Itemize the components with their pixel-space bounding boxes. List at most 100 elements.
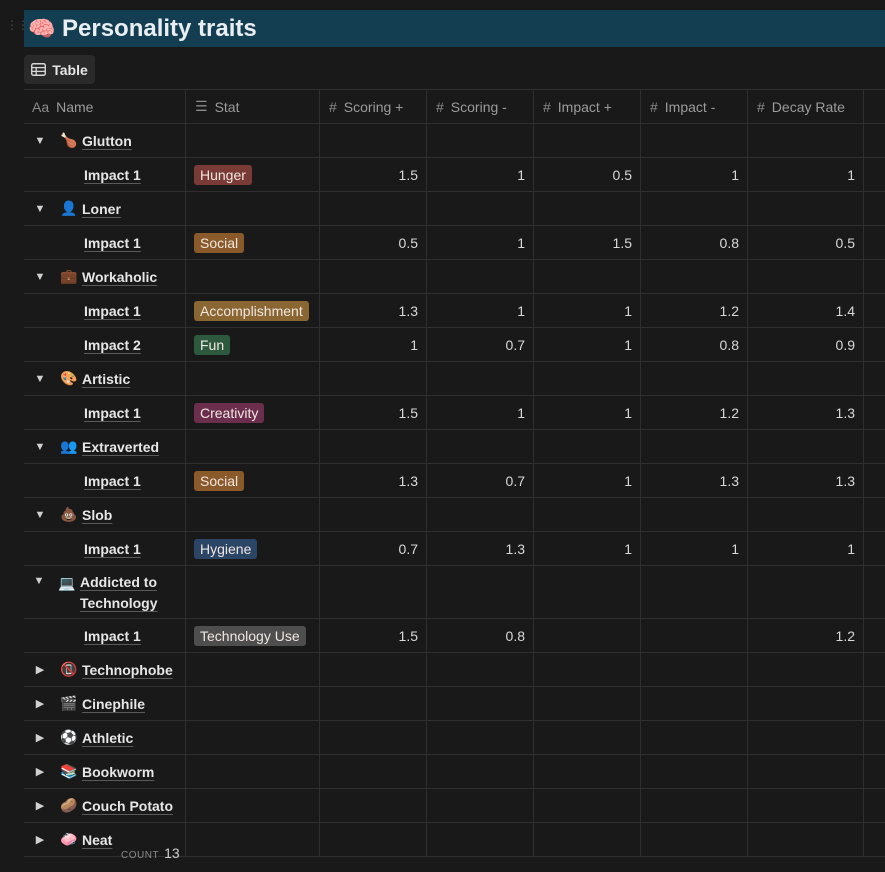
empty-cell[interactable]: [427, 430, 534, 463]
empty-cell[interactable]: [534, 498, 641, 531]
group-name[interactable]: Athletic: [82, 730, 133, 746]
empty-cell[interactable]: [534, 192, 641, 225]
empty-cell[interactable]: [748, 721, 864, 754]
impact-plus-cell[interactable]: 1: [534, 328, 641, 361]
empty-cell[interactable]: [427, 653, 534, 686]
empty-cell[interactable]: [641, 687, 748, 720]
empty-cell[interactable]: [864, 498, 885, 531]
stat-cell[interactable]: Hunger: [186, 158, 320, 191]
empty-cell[interactable]: [748, 823, 864, 856]
scoring-minus-cell[interactable]: 1: [427, 396, 534, 429]
empty-cell[interactable]: [864, 124, 885, 157]
empty-cell[interactable]: [427, 362, 534, 395]
stat-cell[interactable]: Fun: [186, 328, 320, 361]
empty-cell[interactable]: [320, 362, 427, 395]
empty-cell[interactable]: [641, 823, 748, 856]
empty-cell[interactable]: [186, 498, 320, 531]
impact-name[interactable]: Impact 2: [84, 337, 141, 353]
scoring-minus-cell[interactable]: 1: [427, 226, 534, 259]
column-header-scoring-plus[interactable]: # Scoring +: [320, 90, 427, 123]
group-name-cell[interactable]: ▼ 🎨 Artistic: [24, 362, 186, 395]
empty-cell[interactable]: [427, 823, 534, 856]
empty-cell[interactable]: [320, 823, 427, 856]
empty-cell[interactable]: [427, 566, 534, 618]
impact-minus-cell[interactable]: 0.8: [641, 226, 748, 259]
empty-cell[interactable]: [320, 653, 427, 686]
empty-cell[interactable]: [427, 789, 534, 822]
decay-rate-cell[interactable]: 1.2: [748, 619, 864, 652]
stat-cell[interactable]: Accomplishment: [186, 294, 320, 327]
empty-cell[interactable]: [748, 362, 864, 395]
group-name[interactable]: Slob: [82, 507, 112, 523]
impact-plus-cell[interactable]: 1: [534, 532, 641, 565]
decay-rate-cell[interactable]: 0.5: [748, 226, 864, 259]
impact-plus-cell[interactable]: 0.5: [534, 158, 641, 191]
empty-cell[interactable]: [864, 328, 885, 361]
empty-cell[interactable]: [320, 192, 427, 225]
empty-cell[interactable]: [186, 721, 320, 754]
empty-cell[interactable]: [320, 260, 427, 293]
scoring-minus-cell[interactable]: 0.7: [427, 328, 534, 361]
empty-cell[interactable]: [186, 260, 320, 293]
impact-minus-cell[interactable]: 0.8: [641, 328, 748, 361]
empty-cell[interactable]: [320, 721, 427, 754]
empty-cell[interactable]: [427, 192, 534, 225]
scoring-minus-cell[interactable]: 1: [427, 158, 534, 191]
scoring-minus-cell[interactable]: 0.8: [427, 619, 534, 652]
decay-rate-cell[interactable]: 0.9: [748, 328, 864, 361]
group-name[interactable]: Technophobe: [82, 662, 173, 678]
caret-down-icon[interactable]: ▼: [32, 271, 48, 283]
caret-right-icon[interactable]: ▶: [32, 799, 48, 812]
empty-cell[interactable]: [534, 721, 641, 754]
empty-cell[interactable]: [320, 789, 427, 822]
caret-right-icon[interactable]: ▶: [32, 731, 48, 744]
caret-down-icon[interactable]: ▼: [32, 373, 48, 385]
empty-cell[interactable]: [427, 498, 534, 531]
column-header-impact-plus[interactable]: # Impact +: [534, 90, 641, 123]
scoring-plus-cell[interactable]: 1: [320, 328, 427, 361]
stat-cell[interactable]: Technology Use: [186, 619, 320, 652]
caret-right-icon[interactable]: ▶: [32, 663, 48, 676]
scoring-minus-cell[interactable]: 1.3: [427, 532, 534, 565]
impact-name-cell[interactable]: Impact 1: [24, 294, 186, 327]
scoring-plus-cell[interactable]: 0.7: [320, 532, 427, 565]
empty-cell[interactable]: [641, 192, 748, 225]
impact-minus-cell[interactable]: 1.3: [641, 464, 748, 497]
empty-cell[interactable]: [320, 498, 427, 531]
empty-cell[interactable]: [534, 823, 641, 856]
caret-down-icon[interactable]: ▼: [32, 509, 48, 521]
empty-cell[interactable]: [864, 755, 885, 788]
stat-cell[interactable]: Creativity: [186, 396, 320, 429]
empty-cell[interactable]: [320, 124, 427, 157]
impact-name[interactable]: Impact 1: [84, 473, 141, 489]
empty-cell[interactable]: [320, 430, 427, 463]
impact-name[interactable]: Impact 1: [84, 167, 141, 183]
group-name-cell[interactable]: ▶ 📵 Technophobe: [24, 653, 186, 686]
empty-cell[interactable]: [864, 653, 885, 686]
empty-cell[interactable]: [186, 653, 320, 686]
column-header-impact-minus[interactable]: # Impact -: [641, 90, 748, 123]
empty-cell[interactable]: [748, 430, 864, 463]
empty-cell[interactable]: [641, 362, 748, 395]
empty-cell[interactable]: [864, 532, 885, 565]
empty-cell[interactable]: [320, 687, 427, 720]
empty-cell[interactable]: [186, 124, 320, 157]
group-name[interactable]: Neat: [82, 832, 112, 848]
group-name-cell[interactable]: ▶ 📚 Bookworm: [24, 755, 186, 788]
empty-cell[interactable]: [864, 294, 885, 327]
empty-cell[interactable]: [186, 430, 320, 463]
empty-cell[interactable]: [534, 653, 641, 686]
empty-cell[interactable]: [427, 124, 534, 157]
impact-name-cell[interactable]: Impact 1: [24, 226, 186, 259]
impact-minus-cell[interactable]: 1.2: [641, 396, 748, 429]
empty-cell[interactable]: [186, 755, 320, 788]
impact-plus-cell[interactable]: [534, 619, 641, 652]
empty-cell[interactable]: [534, 260, 641, 293]
empty-cell[interactable]: [534, 362, 641, 395]
decay-rate-cell[interactable]: 1: [748, 532, 864, 565]
empty-cell[interactable]: [748, 124, 864, 157]
impact-name[interactable]: Impact 1: [84, 235, 141, 251]
empty-cell[interactable]: [864, 226, 885, 259]
impact-name[interactable]: Impact 1: [84, 541, 141, 557]
impact-name[interactable]: Impact 1: [84, 303, 141, 319]
